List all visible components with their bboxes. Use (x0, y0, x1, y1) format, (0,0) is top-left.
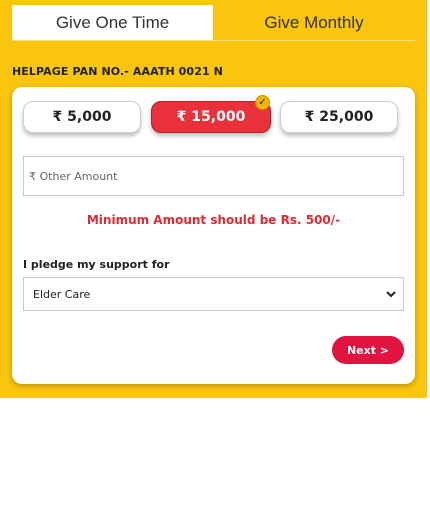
minimum-amount-message: Minimum Amount should be Rs. 500/- (86, 213, 341, 227)
tab-give-monthly[interactable]: Give Monthly (213, 5, 415, 40)
pan-number: HELPAGE PAN NO.- AAATH 0021 N (12, 65, 223, 78)
amount-option-5000[interactable]: ₹ 5,000 (23, 101, 141, 133)
donation-card: ₹ 5,000 ₹ 15,000 ₹ 25,000 ✓ Minimum Amou… (12, 87, 415, 384)
pledge-select[interactable]: Elder Care (23, 277, 404, 311)
donation-tabs: Give One Time Give Monthly (12, 5, 415, 41)
chevron-down-icon (385, 288, 397, 303)
check-icon: ✓ (255, 95, 270, 110)
amount-option-25000[interactable]: ₹ 25,000 (280, 101, 398, 133)
pledge-selected-value: Elder Care (33, 287, 91, 301)
pledge-label: I pledge my support for (23, 258, 170, 271)
donation-panel: Give One Time Give Monthly HELPAGE PAN N… (0, 0, 427, 398)
other-amount-input[interactable] (23, 156, 404, 196)
amount-option-15000[interactable]: ₹ 15,000 (151, 101, 271, 133)
next-button[interactable]: Next > (332, 336, 404, 364)
tab-give-one-time[interactable]: Give One Time (12, 5, 213, 40)
